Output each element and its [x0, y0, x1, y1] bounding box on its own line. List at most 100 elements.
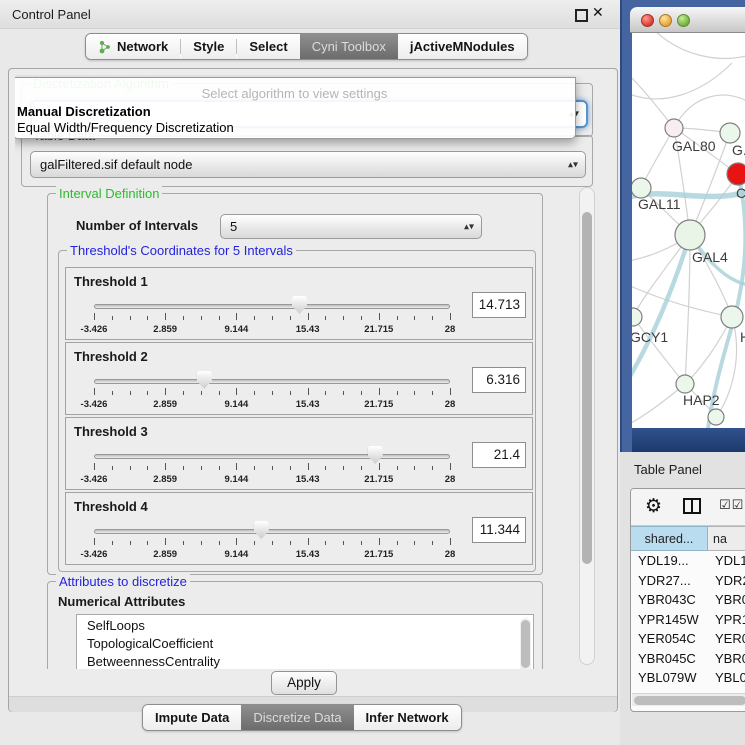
- network-node-C[interactable]: [727, 163, 745, 185]
- tab-impute-data-label: Impute Data: [155, 710, 229, 725]
- table-row[interactable]: YDL19...YDL19...: [631, 551, 745, 571]
- table-cell[interactable]: YBR045C: [631, 649, 708, 669]
- table-cell[interactable]: YPR145W: [708, 610, 745, 630]
- threshold-value-field[interactable]: 14.713: [472, 292, 526, 318]
- tab-style[interactable]: Style: [181, 34, 236, 59]
- threshold-value-field[interactable]: 11.344: [472, 517, 526, 543]
- algorithm-popup-hint: Select algorithm to view settings: [15, 86, 575, 101]
- table-cell[interactable]: YDR27...: [631, 571, 708, 591]
- screen: Control Panel ✕ Network Style Select Cyn…: [0, 0, 745, 745]
- threshold-slider: -3.4262.8599.14415.4321.71528: [94, 418, 450, 491]
- checkbox-icons[interactable]: ☑☑: [719, 498, 744, 513]
- table-column-header[interactable]: na: [708, 526, 745, 551]
- table-cell[interactable]: YBR043C: [708, 590, 745, 610]
- tab-discretize-data[interactable]: Discretize Data: [241, 705, 353, 730]
- attribute-list-item[interactable]: TopologicalCoefficient: [77, 635, 533, 653]
- thresholds-container: Threshold 1-3.4262.8599.14415.4321.71528…: [59, 251, 535, 571]
- algorithm-option-equal-width[interactable]: Equal Width/Frequency Discretization: [17, 120, 234, 135]
- table-cell[interactable]: YPR145W: [631, 610, 708, 630]
- table-cell[interactable]: YIL052C: [708, 707, 745, 712]
- slider-thumb[interactable]: [197, 371, 212, 389]
- slider-track[interactable]: [94, 529, 450, 534]
- close-icon[interactable]: ✕: [592, 5, 604, 21]
- table-hscrollbar-thumb[interactable]: [634, 696, 745, 705]
- network-node-GAL4[interactable]: [675, 220, 705, 250]
- table-cell[interactable]: YDL19...: [631, 551, 708, 571]
- network-node-GAL11[interactable]: [632, 178, 651, 198]
- table-hscrollbar[interactable]: [632, 693, 745, 706]
- threshold-value-field[interactable]: 21.4: [472, 442, 526, 468]
- table-row[interactable]: YBR045CYBR045C: [631, 649, 745, 669]
- list-scrollbar[interactable]: [520, 618, 531, 669]
- float-window-icon[interactable]: [575, 9, 588, 22]
- slider-track[interactable]: [94, 454, 450, 459]
- table-cell[interactable]: YBL079W: [631, 668, 708, 688]
- slider-ticks: [94, 463, 450, 472]
- gear-icon[interactable]: ⚙: [645, 495, 662, 517]
- tab-network[interactable]: Network: [86, 34, 180, 59]
- network-edge: [632, 63, 732, 99]
- table-row[interactable]: YBR043CYBR043C: [631, 590, 745, 610]
- network-node-GCY1[interactable]: [632, 308, 642, 326]
- panel-scrollbar[interactable]: [579, 187, 595, 665]
- network-node-label: HAP2: [683, 392, 720, 408]
- tab-jactivemnodules[interactable]: jActiveMNodules: [398, 34, 527, 59]
- table-cell[interactable]: YER054C: [708, 629, 745, 649]
- number-of-intervals-combobox[interactable]: 5 ▲▼: [220, 214, 482, 239]
- tab-discretize-data-label: Discretize Data: [253, 710, 341, 725]
- table-data-combobox[interactable]: galFiltered.sif default node ▲▼: [30, 151, 586, 178]
- slider-tick-labels: -3.4262.8599.14415.4321.71528: [94, 324, 450, 335]
- table-row[interactable]: YDR27...YDR27...: [631, 571, 745, 591]
- panel-scrollbar-thumb[interactable]: [582, 212, 592, 564]
- interval-definition-title: Interval Definition: [56, 186, 162, 201]
- slider-thumb[interactable]: [368, 446, 383, 464]
- tab-impute-data[interactable]: Impute Data: [143, 705, 241, 730]
- threshold-panel: Threshold 1-3.4262.8599.14415.4321.71528…: [65, 267, 533, 340]
- table-column-header[interactable]: shared...: [631, 526, 708, 551]
- network-node-label: G.: [732, 142, 745, 158]
- attribute-list-item[interactable]: SelfLoops: [77, 617, 533, 635]
- table-cell[interactable]: YIL052C: [631, 707, 708, 712]
- threshold-value-field[interactable]: 6.316: [472, 367, 526, 393]
- close-traffic-light[interactable]: [641, 14, 654, 27]
- table-cell[interactable]: YER054C: [631, 629, 708, 649]
- slider-thumb[interactable]: [292, 296, 307, 314]
- network-window-titlebar[interactable]: [630, 7, 745, 33]
- tab-infer-network-label: Infer Network: [366, 710, 449, 725]
- network-node[interactable]: [708, 409, 724, 425]
- zoom-traffic-light[interactable]: [677, 14, 690, 27]
- table-cell[interactable]: YBR045C: [708, 649, 745, 669]
- table-row[interactable]: YIL052CYIL052C: [631, 707, 745, 712]
- list-scrollbar-thumb[interactable]: [521, 620, 530, 668]
- table-cell[interactable]: YDR27...: [708, 571, 745, 591]
- network-canvas[interactable]: GAL80G.CGAL11GAL4GCY1HHAP2: [632, 33, 745, 428]
- algorithm-option-manual[interactable]: Manual Discretization: [17, 104, 151, 119]
- slider-track[interactable]: [94, 304, 450, 309]
- tab-cyni-toolbox[interactable]: Cyni Toolbox: [300, 34, 398, 59]
- slider-thumb[interactable]: [254, 521, 269, 539]
- tab-infer-network[interactable]: Infer Network: [354, 705, 461, 730]
- combo-stepper-icon: ▲▼: [568, 162, 578, 167]
- slider-track[interactable]: [94, 379, 450, 384]
- network-node-HAP2[interactable]: [676, 375, 694, 393]
- attribute-list-item[interactable]: BetweennessCentrality: [77, 653, 533, 669]
- network-icon: [98, 40, 112, 54]
- apply-button[interactable]: Apply: [271, 671, 337, 695]
- tab-network-label: Network: [117, 39, 168, 54]
- table-cell[interactable]: YDL19...: [708, 551, 745, 571]
- tab-select[interactable]: Select: [237, 34, 299, 59]
- table-cell[interactable]: YBL079W: [708, 668, 745, 688]
- network-edge: [708, 174, 745, 428]
- table-row[interactable]: YER054CYER054C: [631, 629, 745, 649]
- network-edge: [652, 33, 745, 58]
- minimize-traffic-light[interactable]: [659, 14, 672, 27]
- network-node-G.[interactable]: [720, 123, 740, 143]
- network-edge: [633, 317, 685, 384]
- split-table-icon[interactable]: [683, 498, 701, 514]
- table-row[interactable]: YBL079WYBL079W: [631, 668, 745, 688]
- network-node-GAL80[interactable]: [665, 119, 683, 137]
- network-node-H[interactable]: [721, 306, 743, 328]
- table-row[interactable]: YPR145WYPR145W: [631, 610, 745, 630]
- network-edge: [632, 283, 732, 317]
- table-cell[interactable]: YBR043C: [631, 590, 708, 610]
